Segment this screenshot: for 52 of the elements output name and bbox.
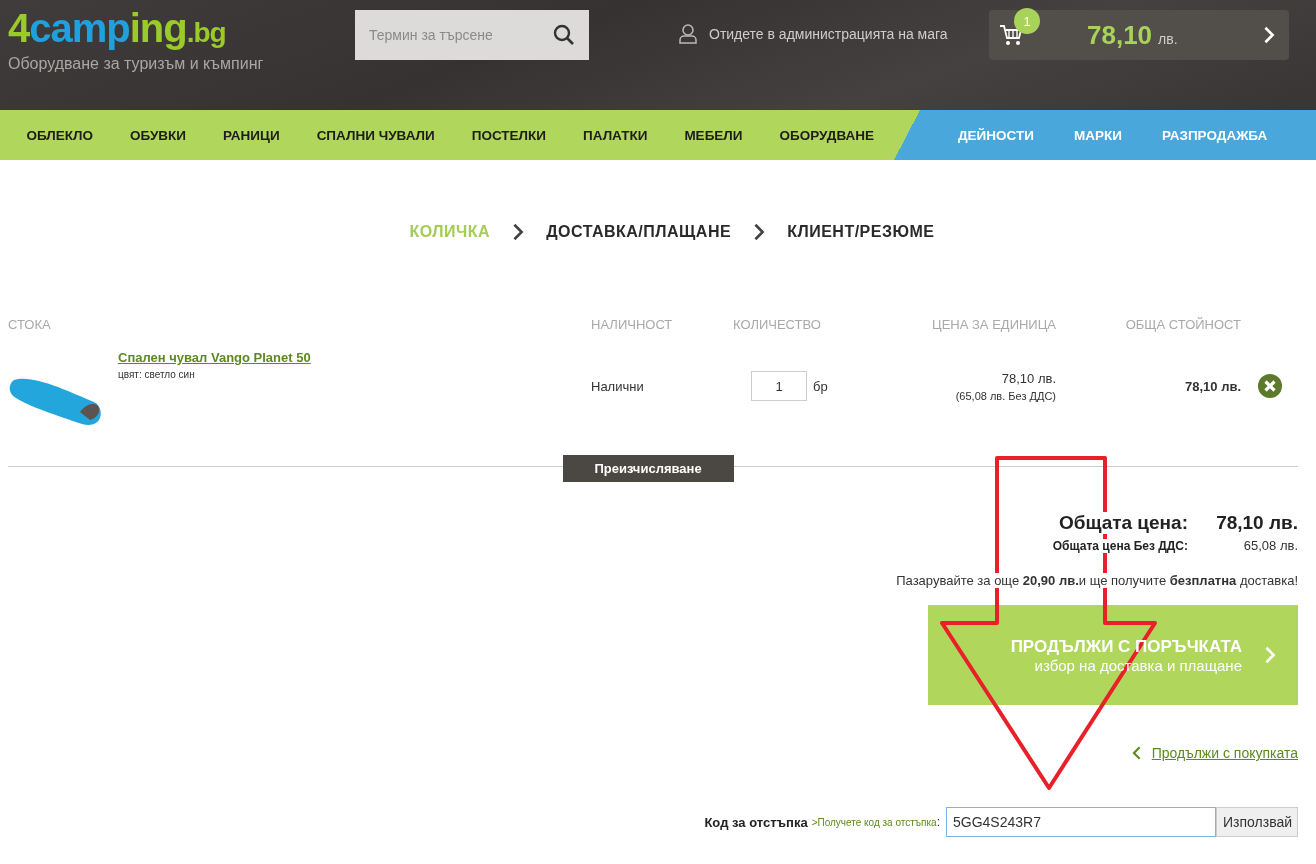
cart-icon: [999, 24, 1023, 46]
discount-link[interactable]: >Получете код за отстъпка: [811, 816, 937, 828]
unit-price: 78,10 лв.: [1001, 370, 1056, 386]
nav-item[interactable]: СПАЛНИ ЧУВАЛИ: [298, 110, 454, 160]
nav-item[interactable]: ОБОРУДВАНЕ: [761, 110, 893, 160]
row-total: 78,10 лв.: [1184, 378, 1241, 394]
discount-label: Код за отстъпка: [704, 814, 808, 830]
search-icon[interactable]: [553, 24, 575, 46]
quantity-field[interactable]: 1: [751, 371, 807, 401]
chevron-right-icon: [1263, 25, 1275, 45]
apply-code-button[interactable]: Използвай: [1216, 807, 1298, 837]
search-field[interactable]: Термин за търсене: [355, 10, 589, 60]
product-link[interactable]: Спален чувал Vango Planet 50: [118, 350, 311, 365]
net-total-price: 65,08 лв.: [1242, 538, 1298, 553]
column-header: КОЛИЧЕСТВО: [732, 317, 822, 332]
nav-item[interactable]: ОБУВКИ: [111, 110, 205, 160]
column-header: ЦЕНА ЗА ЕДИНИЦА: [931, 317, 1056, 332]
account-link[interactable]: Отидете в администрацията на мага: [709, 26, 948, 42]
nav-item[interactable]: МЕБЕЛИ: [665, 110, 761, 160]
user-icon: [679, 24, 697, 44]
free-shipping-note: Пазарувайте за още 20,90 лв.и ще получите безплатна доставка!: [896, 573, 1298, 588]
chevron-right-icon: [512, 222, 525, 242]
logo-tagline: Оборудване за туризъм и къмпинг: [8, 55, 265, 73]
nav-item[interactable]: РАНИЦИ: [204, 110, 299, 160]
chevron-right-icon: [753, 222, 766, 242]
nav-item[interactable]: ПОСТЕЛКИ: [453, 110, 565, 160]
availability-text: Налични: [591, 378, 645, 394]
column-header: СТОКА: [8, 317, 52, 332]
logo[interactable]: 4camping.bg: [8, 8, 348, 53]
nav-item[interactable]: ОБЛЕКЛО: [8, 110, 112, 160]
total-price: 78,10 лв.: [1215, 512, 1298, 534]
column-header: ОБЩА СТОЙНОСТ: [1124, 317, 1241, 332]
net-total-label: Общата цена Без ДДС:: [1052, 539, 1188, 553]
remove-icon[interactable]: [1257, 374, 1282, 398]
product-variant: цвят: светло син: [118, 369, 196, 380]
total-label: Общата цена:: [1058, 512, 1188, 534]
chevron-right-icon: [1264, 645, 1276, 665]
recalculate-button[interactable]: Преизчисляване: [562, 455, 734, 482]
checkout-step[interactable]: КЛИЕНТ/РЕЗЮМЕ: [787, 223, 935, 241]
unit-label: бр: [813, 378, 828, 394]
cart-currency: лв.: [1158, 31, 1178, 47]
unit-price-net: (65,08 лв. Без ДДС): [955, 389, 1056, 402]
chevron-left-icon: [1132, 745, 1142, 761]
column-header: НАЛИЧНОСТ: [591, 317, 674, 332]
cart-count-badge: 1: [1014, 8, 1040, 34]
checkout-step[interactable]: ДОСТАВКА/ПЛАЩАНЕ: [546, 223, 732, 241]
continue-shopping-link[interactable]: Продължи с покупката: [1132, 745, 1298, 761]
discount-colon: :: [936, 815, 940, 829]
cart-button[interactable]: 1 78,10 лв.: [989, 10, 1289, 60]
discount-code-field[interactable]: 5GG4S243R7: [946, 807, 1216, 837]
nav-item[interactable]: ПАЛАТКИ: [564, 110, 666, 160]
cart-amount: 78,10: [1087, 19, 1153, 51]
